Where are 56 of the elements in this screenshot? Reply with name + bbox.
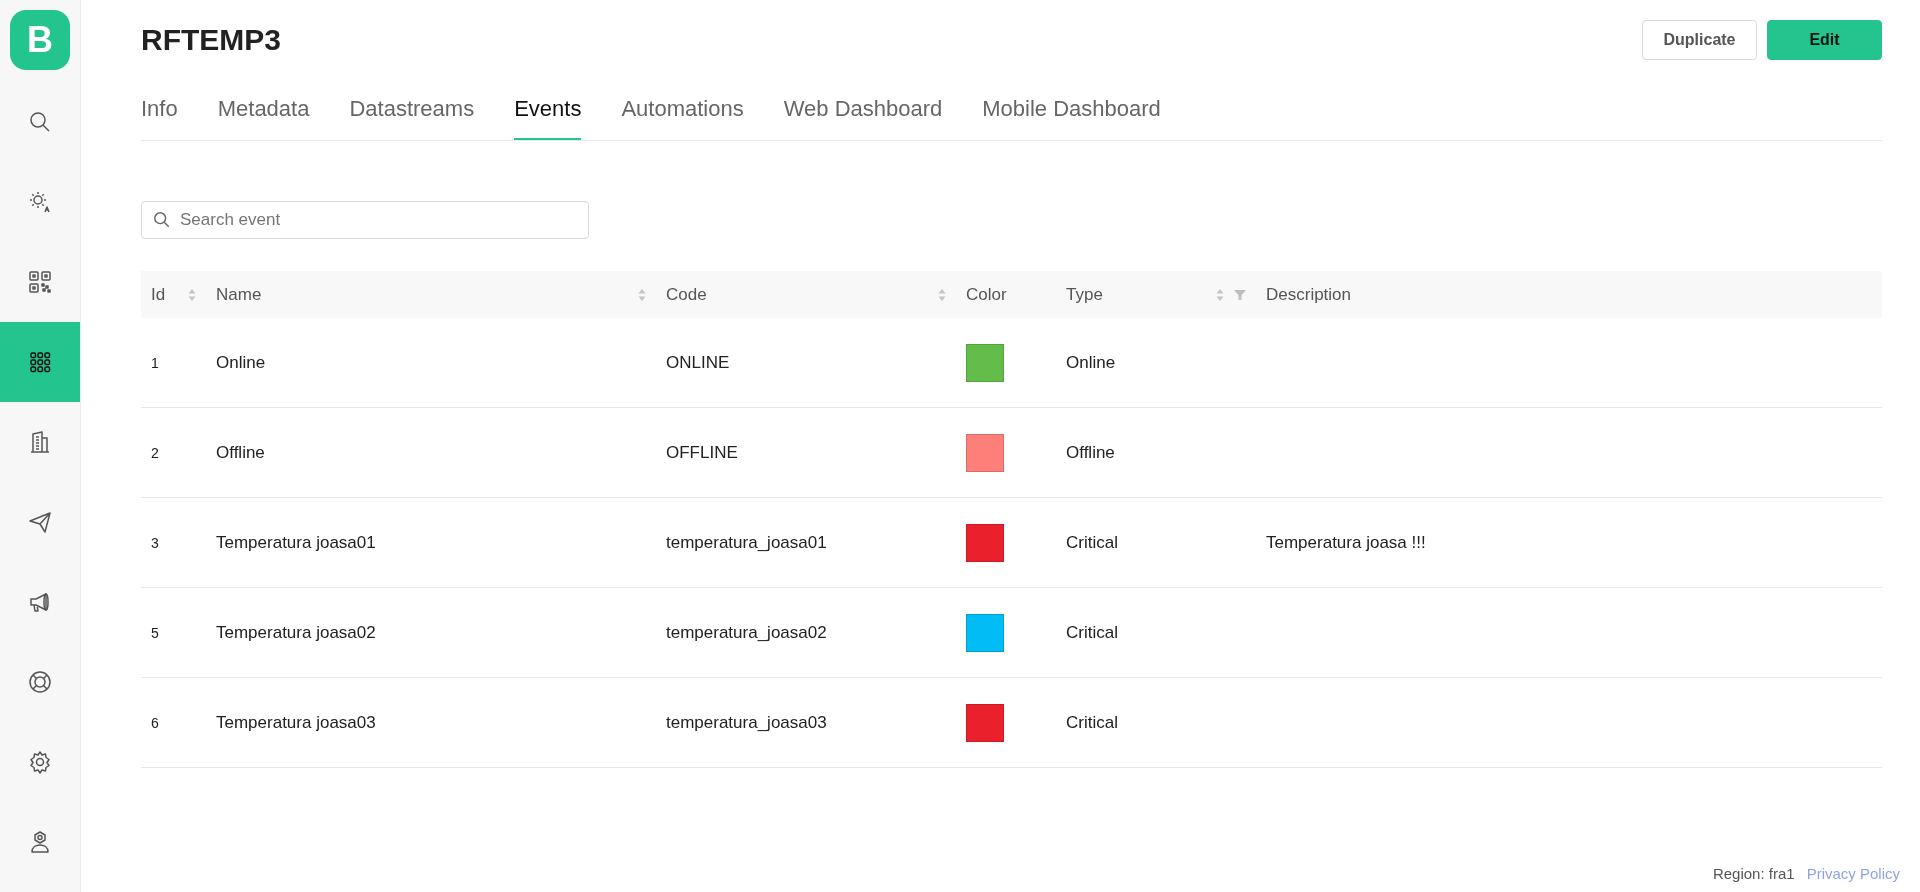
settings-icon: [28, 750, 52, 774]
column-header[interactable]: Name: [216, 284, 262, 305]
column-header[interactable]: Code: [666, 284, 707, 305]
search-field[interactable]: Search event: [141, 201, 589, 239]
tab[interactable]: Automations: [621, 80, 744, 140]
table-cell: OFFLINE: [666, 442, 738, 462]
table-cell: temperatura_joasa01: [666, 532, 827, 552]
megaphone-icon: [28, 590, 52, 614]
filter-icon[interactable]: [1234, 289, 1246, 300]
column-header: Color: [966, 284, 1007, 305]
table-cell: Online: [1066, 352, 1116, 372]
table-cell: Temperatura joasa03: [216, 712, 376, 732]
sidebar-item[interactable]: [0, 322, 80, 402]
search-icon: [28, 110, 52, 134]
duplicate-button[interactable]: Duplicate: [1642, 20, 1757, 60]
paper-plane-icon: [28, 510, 52, 534]
tab[interactable]: Datastreams: [349, 80, 475, 140]
sort-icon[interactable]: [188, 287, 196, 302]
sun-icon: [28, 190, 52, 214]
table-cell: 6: [151, 714, 159, 731]
region-label: Region: fra1: [1712, 865, 1795, 882]
table-cell: Critical: [1066, 712, 1118, 732]
tab[interactable]: Web Dashboard: [783, 80, 943, 140]
grid-icon: [28, 350, 52, 374]
table-cell: Temperatura joasa02: [216, 622, 376, 642]
table-cell: Online: [216, 352, 266, 372]
table-cell: Offline: [216, 442, 265, 462]
user-icon: [28, 830, 52, 854]
page-title: RFTEMP3: [141, 23, 282, 57]
table-cell: Temperatura joasa !!!: [1266, 532, 1426, 552]
table-cell: temperatura_joasa02: [666, 622, 827, 642]
sort-icon[interactable]: [1216, 287, 1224, 302]
table-cell: 1: [151, 354, 159, 371]
edit-button[interactable]: Edit: [1767, 20, 1882, 60]
column-header[interactable]: Id: [151, 284, 166, 305]
lifebuoy-icon: [28, 670, 52, 694]
table-cell: 5: [151, 624, 159, 641]
qr-code-icon: [28, 270, 52, 294]
search-icon: [153, 211, 171, 229]
tab[interactable]: Events: [514, 80, 582, 140]
table-cell: Critical: [1066, 622, 1118, 642]
table-cell: temperatura_joasa03: [666, 712, 827, 732]
table-cell: Temperatura joasa01: [216, 532, 376, 552]
table-cell: ONLINE: [666, 352, 730, 372]
table-cell: Critical: [1066, 532, 1118, 552]
tab[interactable]: Info: [141, 80, 178, 140]
table-cell: 3: [151, 534, 159, 551]
sort-icon[interactable]: [638, 287, 646, 302]
tab[interactable]: Mobile Dashboard: [982, 80, 1161, 140]
table-cell: Offline: [1066, 442, 1115, 462]
building-icon: [28, 430, 52, 454]
tab[interactable]: Metadata: [217, 80, 310, 140]
sort-icon[interactable]: [938, 287, 946, 302]
column-header: Description: [1266, 284, 1352, 305]
column-header[interactable]: Type: [1066, 284, 1103, 305]
table-cell: 2: [151, 444, 159, 461]
